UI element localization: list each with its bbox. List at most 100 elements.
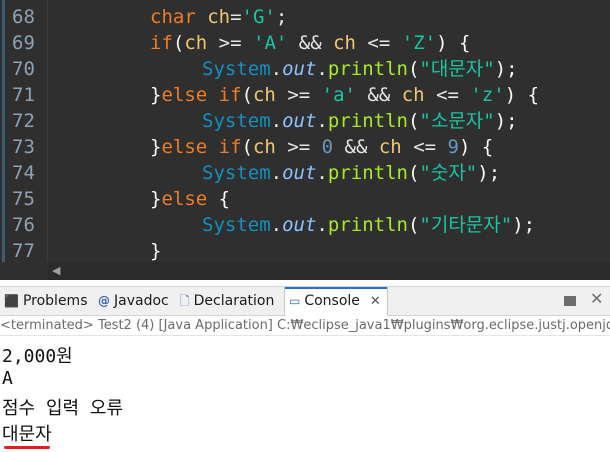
code-text: System.out.println("소문자"); bbox=[202, 108, 518, 134]
tab-declaration-label: Declaration bbox=[193, 293, 275, 309]
code-token: } bbox=[150, 84, 162, 106]
code-token: ch bbox=[184, 32, 208, 54]
code-token: ) { bbox=[436, 32, 471, 54]
code-token: ( bbox=[407, 214, 420, 236]
code-token: ch bbox=[378, 136, 402, 158]
code-token: 'A' bbox=[253, 32, 288, 54]
code-token: ch bbox=[207, 6, 231, 28]
line-number: 73 bbox=[12, 136, 35, 158]
console-output[interactable]: 2,000원 A 점수 입력 오류 대문자 bbox=[0, 338, 610, 452]
horizontal-scrollbar[interactable]: ◀ bbox=[48, 262, 610, 280]
code-token: ); bbox=[512, 214, 536, 236]
code-token: . bbox=[270, 110, 283, 132]
code-token: } bbox=[150, 240, 162, 262]
code-token: else if bbox=[161, 84, 242, 106]
code-token: >= bbox=[275, 84, 322, 106]
code-text: }else { bbox=[150, 186, 230, 212]
scroll-left-icon[interactable]: ◀ bbox=[52, 264, 60, 277]
code-token: ; bbox=[275, 6, 288, 28]
code-line: 71 }else if(ch >= 'a' && ch <= 'z') { bbox=[0, 82, 610, 108]
line-number: 75 bbox=[12, 188, 35, 210]
line-number: 70 bbox=[12, 58, 35, 80]
code-token: ) { bbox=[458, 136, 494, 158]
code-line: 76 System.out.println("기타문자"); bbox=[0, 212, 610, 238]
minimize-view-button[interactable] bbox=[564, 296, 576, 306]
line-number: 71 bbox=[12, 84, 35, 106]
code-token: 'a' bbox=[321, 84, 356, 106]
code-token: = bbox=[230, 6, 242, 28]
code-text: } bbox=[150, 238, 161, 262]
views-tab-bar: ⬛ Problems @ Javadoc 🗋 Declaration ▭ Con… bbox=[0, 286, 610, 316]
code-token: >= bbox=[275, 136, 322, 158]
code-token: "대문자" bbox=[419, 58, 495, 80]
code-token: out bbox=[282, 110, 317, 132]
code-line: 69 if(ch >= 'A' && ch <= 'Z') { bbox=[0, 30, 610, 56]
code-line: 77} bbox=[0, 238, 610, 262]
declaration-icon: 🗋 bbox=[180, 294, 190, 308]
code-token: { bbox=[207, 188, 231, 210]
line-number: 68 bbox=[12, 6, 35, 28]
javadoc-icon: @ bbox=[98, 294, 110, 308]
code-token: else if bbox=[161, 136, 242, 158]
code-token: println bbox=[327, 162, 408, 184]
maximize-view-button[interactable]: ✕ bbox=[590, 290, 604, 308]
code-token: ch bbox=[401, 84, 425, 106]
code-token: ( bbox=[407, 162, 420, 184]
console-process-status: <terminated> Test2 (4) [Java Application… bbox=[0, 316, 610, 336]
code-token: 'Z' bbox=[401, 32, 437, 54]
code-token: && bbox=[287, 32, 334, 54]
code-token: System bbox=[202, 110, 271, 132]
code-text: System.out.println("기타문자"); bbox=[202, 212, 535, 238]
code-token: 9 bbox=[447, 136, 459, 158]
code-text: System.out.println("숫자"); bbox=[202, 160, 500, 186]
tab-console[interactable]: ▭ Console ✕ bbox=[284, 287, 388, 316]
close-icon[interactable]: ✕ bbox=[370, 287, 381, 316]
code-token: System bbox=[202, 162, 271, 184]
code-token: } bbox=[150, 136, 162, 158]
code-text: }else if(ch >= 'a' && ch <= 'z') { bbox=[150, 82, 539, 108]
annotation-underline bbox=[4, 446, 50, 449]
code-editor[interactable]: 68 char ch='G'; 69 if(ch >= 'A' && ch <= 'Z… bbox=[0, 0, 610, 262]
code-token: <= bbox=[355, 32, 402, 54]
tab-problems-label: Problems bbox=[22, 293, 88, 309]
code-token: . bbox=[270, 214, 283, 236]
line-number: 74 bbox=[12, 162, 35, 184]
editor-corner bbox=[0, 262, 48, 280]
code-token: ) { bbox=[504, 84, 540, 106]
code-token: ( bbox=[241, 136, 253, 158]
console-line: 2,000원 bbox=[2, 346, 73, 367]
code-token: System bbox=[202, 214, 271, 236]
code-token: } bbox=[150, 188, 162, 210]
tab-javadoc[interactable]: @ Javadoc bbox=[98, 287, 169, 316]
code-token: ch bbox=[333, 32, 356, 54]
code-token: out bbox=[282, 214, 317, 236]
problems-icon: ⬛ bbox=[4, 294, 19, 308]
code-line: 73}else if(ch >= 0 && ch <= 9) { bbox=[0, 134, 610, 160]
code-text: System.out.println("대문자"); bbox=[202, 56, 518, 82]
code-token: 'z' bbox=[470, 84, 505, 106]
code-token: ); bbox=[494, 58, 518, 80]
code-token: && bbox=[333, 136, 379, 158]
code-token: ); bbox=[494, 110, 518, 132]
code-token: ch bbox=[252, 84, 276, 106]
code-token: println bbox=[327, 58, 408, 80]
code-token: >= bbox=[207, 32, 253, 54]
line-number: 77 bbox=[12, 240, 35, 262]
tab-problems[interactable]: ⬛ Problems bbox=[4, 287, 87, 316]
tab-declaration[interactable]: 🗋 Declaration bbox=[180, 287, 274, 316]
code-token: <= bbox=[424, 84, 471, 106]
line-number: 69 bbox=[12, 32, 35, 54]
code-token: . bbox=[316, 58, 328, 80]
code-token: if bbox=[150, 32, 173, 54]
line-number: 76 bbox=[12, 214, 35, 236]
code-token: ( bbox=[172, 32, 185, 54]
code-token: <= bbox=[401, 136, 448, 158]
code-token: "소문자" bbox=[419, 110, 495, 132]
tab-javadoc-label: Javadoc bbox=[114, 293, 169, 309]
tab-console-label: Console bbox=[304, 293, 360, 309]
code-token: . bbox=[316, 162, 328, 184]
console-line: 대문자 bbox=[2, 424, 52, 445]
code-token: out bbox=[282, 162, 317, 184]
code-token: ( bbox=[407, 110, 420, 132]
console-line: A bbox=[2, 368, 13, 389]
